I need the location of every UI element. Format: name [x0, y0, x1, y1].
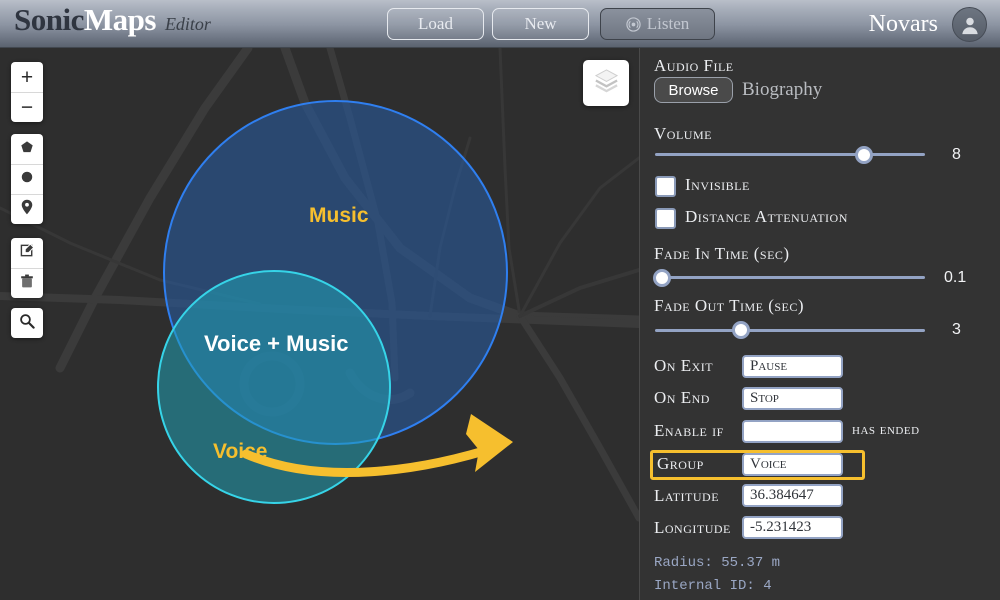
new-button[interactable]: New: [492, 8, 589, 40]
on-end-field[interactable]: Stop: [742, 387, 843, 410]
enable-if-field[interactable]: [742, 420, 843, 443]
layers-toggle-button[interactable]: [583, 60, 629, 106]
volume-slider-track[interactable]: [655, 153, 925, 156]
latitude-field[interactable]: 36.384647: [742, 484, 843, 507]
zone-label-overlap: Voice + Music: [204, 331, 349, 356]
map-shape-tools[interactable]: [11, 134, 43, 224]
on-end-label: On End: [654, 388, 710, 407]
audio-filename: Biography: [742, 79, 823, 100]
on-exit-label: On Exit: [654, 356, 714, 375]
fade-out-slider-thumb[interactable]: [732, 321, 750, 339]
map-edit-tools[interactable]: [11, 238, 43, 298]
marker-pin-icon: [20, 199, 34, 220]
zone-voice[interactable]: [157, 270, 391, 504]
volume-slider-thumb[interactable]: [855, 146, 873, 164]
properties-panel: Audio File Browse Biography Volume 8 Inv…: [640, 48, 1000, 600]
on-exit-field[interactable]: Pause: [742, 355, 843, 378]
add-marker-button[interactable]: [11, 194, 43, 224]
zone-label-music: Music: [309, 204, 369, 227]
edit-icon: [20, 243, 35, 263]
trash-icon: [20, 274, 34, 294]
internal-id-info: Internal ID: 4: [654, 578, 772, 594]
listen-label: Listen: [646, 14, 690, 33]
distance-attenuation-checkbox[interactable]: [655, 208, 676, 229]
user-avatar-icon[interactable]: [952, 7, 987, 42]
group-label: Group: [657, 454, 704, 473]
load-button[interactable]: Load: [387, 8, 484, 40]
zoom-out-button[interactable]: −: [11, 92, 43, 122]
logo-secondary: Maps: [83, 2, 157, 37]
broadcast-icon: [626, 16, 641, 32]
app-logo: SonicMaps Editor: [14, 2, 211, 38]
fade-in-slider-track[interactable]: [655, 276, 925, 279]
browse-button[interactable]: Browse: [654, 77, 733, 103]
zoom-out-icon: −: [20, 96, 34, 119]
zone-label-voice: Voice: [213, 440, 268, 463]
zoom-in-icon: +: [20, 65, 34, 89]
longitude-field[interactable]: -5.231423: [742, 516, 843, 539]
circle-icon: [20, 170, 34, 189]
longitude-label: Longitude: [654, 518, 731, 537]
user-name[interactable]: Novars: [869, 8, 938, 40]
map-search-control[interactable]: [11, 308, 43, 338]
volume-value: 8: [952, 146, 961, 163]
polygon-icon: [20, 140, 34, 159]
enable-if-label: Enable if: [654, 421, 724, 440]
fade-out-slider-track[interactable]: [655, 329, 925, 332]
volume-label: Volume: [654, 124, 712, 143]
draw-polygon-button[interactable]: [11, 134, 43, 164]
delete-layers-button[interactable]: [11, 268, 43, 298]
invisible-checkbox[interactable]: [655, 176, 676, 197]
distance-attenuation-label: Distance Attenuation: [685, 207, 848, 226]
logo-primary: Sonic: [14, 2, 84, 37]
radius-info: Radius: 55.37 m: [654, 555, 781, 571]
fade-out-value: 3: [952, 321, 961, 338]
fade-in-value: 0.1: [944, 269, 967, 286]
app-header: SonicMaps Editor Load New Listen Novars: [0, 0, 1000, 48]
fade-out-label: Fade Out Time (sec): [654, 296, 805, 315]
listen-button[interactable]: Listen: [600, 8, 715, 40]
audio-file-label: Audio File: [654, 56, 734, 75]
logo-suffix: Editor: [164, 14, 211, 34]
edit-layers-button[interactable]: [11, 238, 43, 268]
search-button[interactable]: [11, 308, 43, 338]
has-ended-label: has ended: [852, 422, 920, 438]
search-icon: [19, 313, 35, 334]
fade-in-slider-thumb[interactable]: [653, 269, 671, 287]
zoom-in-button[interactable]: +: [11, 62, 43, 92]
group-field[interactable]: Voice: [742, 453, 843, 476]
fade-in-label: Fade In Time (sec): [654, 244, 790, 263]
map-canvas[interactable]: Music Voice + Music Voice + −: [0, 48, 639, 600]
draw-circle-button[interactable]: [11, 164, 43, 194]
map-zoom-controls[interactable]: + −: [11, 62, 43, 122]
invisible-label: Invisible: [685, 175, 750, 194]
latitude-label: Latitude: [654, 486, 720, 505]
layers-icon: [593, 67, 620, 99]
